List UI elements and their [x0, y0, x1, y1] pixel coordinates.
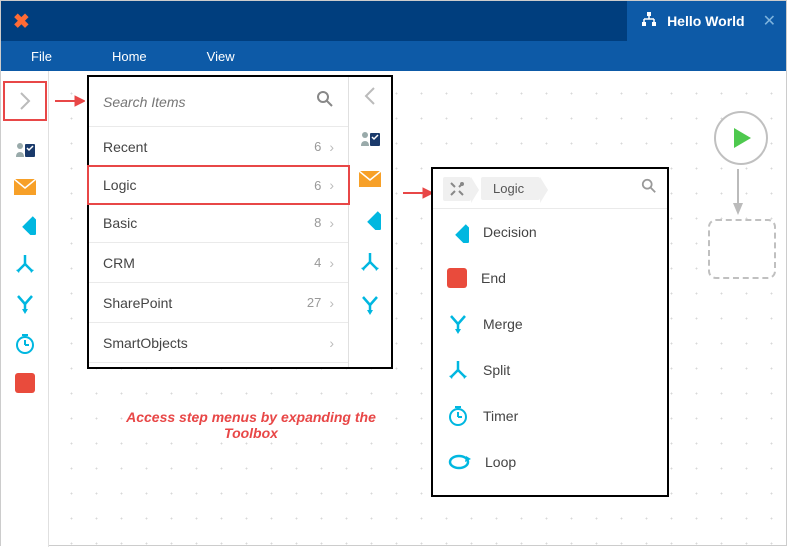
titlebar: ✖ Hello World ✕ — [1, 1, 786, 41]
document-tab[interactable]: Hello World ✕ — [627, 1, 786, 41]
ribbon-home[interactable]: Home — [112, 49, 147, 64]
timer-icon — [447, 405, 469, 427]
category-basic[interactable]: Basic8› — [89, 203, 348, 243]
clipboard-person-icon[interactable] — [359, 128, 381, 155]
step-timer[interactable]: Timer — [433, 393, 667, 439]
chevron-right-icon: › — [329, 215, 334, 231]
chevron-right-icon: › — [329, 139, 334, 155]
breadcrumb-logic[interactable]: Logic — [481, 177, 540, 200]
category-sharepoint[interactable]: SharePoint27› — [89, 283, 348, 323]
clipboard-person-icon[interactable] — [14, 139, 36, 161]
end-icon[interactable] — [15, 373, 35, 393]
split-icon[interactable] — [14, 253, 36, 275]
merge-icon — [447, 313, 469, 335]
annotation-arrow-2 — [403, 185, 433, 201]
search-icon[interactable] — [641, 178, 657, 199]
logic-items-panel: Logic Decision End Merge Split Timer Loo… — [431, 167, 669, 497]
logic-panel-header: Logic — [433, 169, 667, 209]
chevron-right-icon: › — [329, 335, 334, 351]
timer-icon[interactable] — [14, 333, 36, 355]
annotation-arrow-1 — [55, 93, 85, 109]
annotation-text: Access step menus by expanding the Toolb… — [121, 409, 381, 441]
category-smartobjects[interactable]: SmartObjects› — [89, 323, 348, 363]
chevron-right-icon: › — [329, 177, 334, 193]
toolbox-categories: Recent6› Logic6› Basic8› CRM4› SharePoin… — [89, 77, 349, 367]
document-title: Hello World — [667, 13, 745, 29]
connector-arrow — [732, 169, 744, 215]
category-logic[interactable]: Logic6› — [87, 165, 350, 205]
merge-icon[interactable] — [14, 293, 36, 315]
step-end[interactable]: End — [433, 255, 667, 301]
category-crm[interactable]: CRM4› — [89, 243, 348, 283]
merge-icon[interactable] — [359, 294, 381, 321]
toolbox-panel: Recent6› Logic6› Basic8› CRM4› SharePoin… — [87, 75, 393, 369]
diamond-icon — [447, 221, 469, 243]
loop-icon — [447, 452, 471, 472]
toolbox-panel-iconbar — [349, 77, 391, 367]
chevron-right-icon: › — [329, 295, 334, 311]
envelope-icon[interactable] — [14, 179, 36, 195]
start-node[interactable] — [714, 111, 768, 165]
tools-icon — [449, 181, 465, 197]
ribbon-file[interactable]: File — [31, 49, 52, 64]
search-icon[interactable] — [316, 90, 334, 113]
split-icon — [447, 359, 469, 381]
toolbox-sidebar — [1, 71, 49, 547]
collapse-toolbox-button[interactable] — [363, 85, 377, 112]
close-tab-icon[interactable]: ✕ — [763, 11, 776, 31]
diamond-icon[interactable] — [14, 213, 36, 235]
chevron-right-icon: › — [329, 255, 334, 271]
ribbon: File Home View — [1, 41, 786, 71]
play-icon — [728, 125, 754, 151]
step-merge[interactable]: Merge — [433, 301, 667, 347]
chevron-right-icon — [18, 90, 32, 112]
app-close-icon[interactable]: ✖ — [13, 9, 30, 34]
step-decision[interactable]: Decision — [433, 209, 667, 255]
step-loop[interactable]: Loop — [433, 439, 667, 485]
search-input[interactable] — [103, 94, 316, 110]
diamond-icon[interactable] — [359, 208, 381, 235]
expand-toolbox-button[interactable] — [3, 81, 47, 121]
end-icon — [447, 268, 467, 288]
breadcrumb-root[interactable] — [443, 177, 471, 201]
envelope-icon[interactable] — [359, 171, 381, 192]
placeholder-node[interactable] — [708, 219, 776, 279]
workflow-icon — [641, 12, 657, 31]
split-icon[interactable] — [359, 251, 381, 278]
ribbon-view[interactable]: View — [207, 49, 235, 64]
step-split[interactable]: Split — [433, 347, 667, 393]
category-recent[interactable]: Recent6› — [89, 127, 348, 167]
toolbox-search-row — [89, 77, 348, 127]
